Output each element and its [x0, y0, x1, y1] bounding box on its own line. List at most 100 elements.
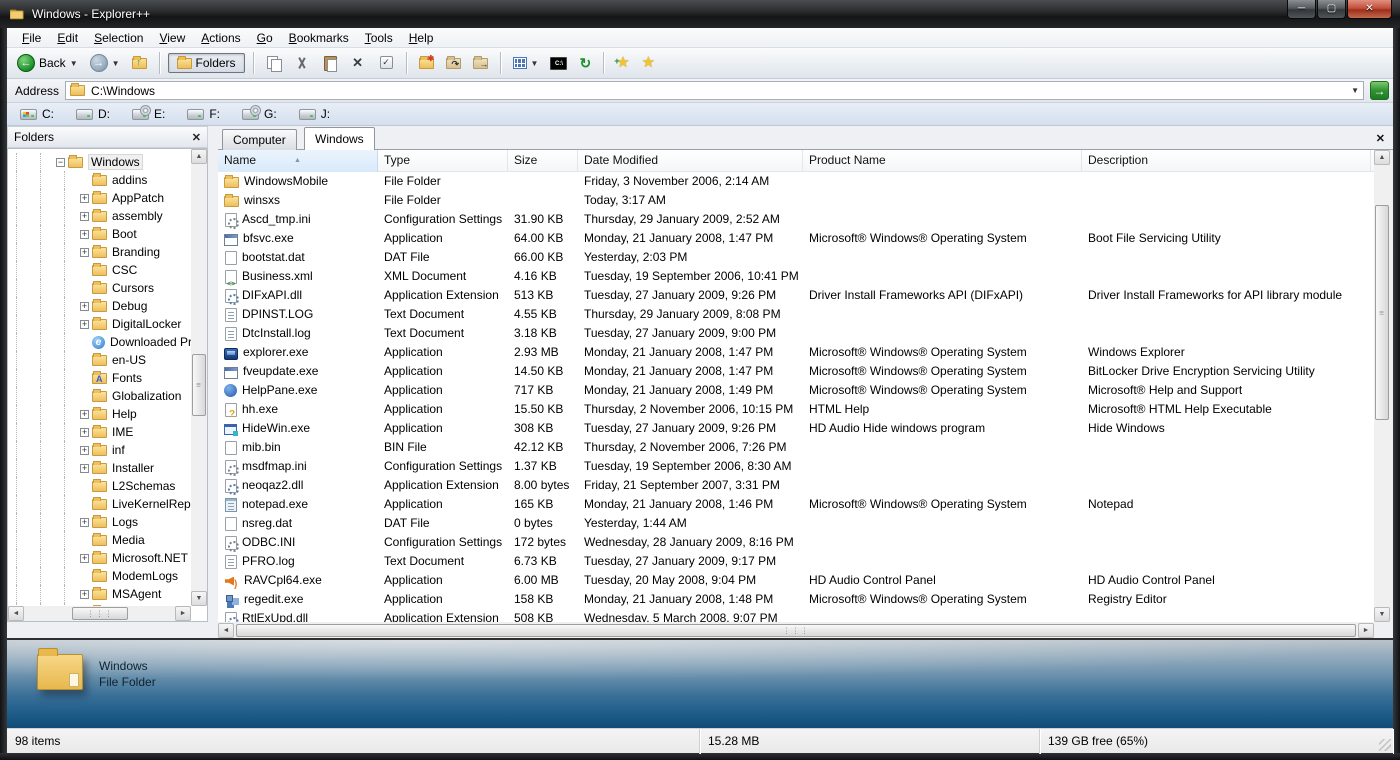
tree-item-inf[interactable]: +inf	[8, 441, 191, 459]
back-dropdown-icon[interactable]: ▼	[70, 59, 78, 68]
menu-actions[interactable]: Actions	[194, 29, 247, 47]
expand-icon[interactable]: +	[80, 590, 89, 599]
file-row[interactable]: neoqaz2.dllApplication Extension8.00 byt…	[218, 476, 1374, 495]
expand-icon[interactable]: +	[80, 518, 89, 527]
column-header-name[interactable]: Name▲	[218, 150, 378, 172]
file-row[interactable]: WindowsMobileFile FolderFriday, 3 Novemb…	[218, 172, 1374, 191]
collapse-icon[interactable]: −	[56, 158, 65, 167]
back-button[interactable]: ← Back ▼	[13, 52, 82, 74]
tab-windows[interactable]: Windows	[304, 127, 375, 150]
copy-button[interactable]	[262, 53, 286, 73]
tree-item-digitallocker[interactable]: +DigitalLocker	[8, 315, 191, 333]
menu-file[interactable]: File	[15, 29, 48, 47]
command-prompt-button[interactable]: C:\	[546, 55, 571, 72]
file-row[interactable]: fveupdate.exeApplication14.50 KBMonday, …	[218, 362, 1374, 381]
scroll-up-icon[interactable]: ▲	[191, 149, 207, 164]
folders-toggle-button[interactable]: Folders	[168, 53, 245, 73]
tree-item-logs[interactable]: +Logs	[8, 513, 191, 531]
forward-button[interactable]: → ▼	[86, 52, 124, 74]
tree-item-l2schemas[interactable]: +L2Schemas	[8, 477, 191, 495]
title-bar[interactable]: Windows - Explorer++ ─ ▢ ✕	[0, 0, 1400, 28]
cut-button[interactable]	[290, 53, 314, 73]
drive-button-f[interactable]: F:	[184, 106, 223, 122]
tree-item-ime[interactable]: +IME	[8, 423, 191, 441]
address-input[interactable]: C:\Windows ▼	[65, 81, 1364, 100]
expand-icon[interactable]: +	[80, 446, 89, 455]
file-row[interactable]: bootstat.datDAT File66.00 KBYesterday, 2…	[218, 248, 1374, 267]
views-dropdown-icon[interactable]: ▼	[531, 59, 539, 68]
expand-icon[interactable]: +	[80, 194, 89, 203]
tree-item-modemlogs[interactable]: +ModemLogs	[8, 567, 191, 585]
scroll-up-icon[interactable]: ▲	[1374, 150, 1390, 165]
file-row[interactable]: mib.binBIN File42.12 KBThursday, 2 Novem…	[218, 438, 1374, 457]
close-button[interactable]: ✕	[1347, 0, 1392, 19]
menu-view[interactable]: View	[152, 29, 192, 47]
column-header-type[interactable]: Type	[378, 150, 508, 172]
tree-item-msagent[interactable]: +MSAgent	[8, 585, 191, 603]
add-bookmark-button[interactable]: ★+	[612, 53, 633, 73]
folders-close-icon[interactable]: ✕	[192, 131, 201, 144]
tree-horizontal-scrollbar[interactable]: ◄ ⋮⋮⋮ ►	[8, 606, 191, 621]
list-vertical-scrollbar[interactable]: ▲ ≡ ▼	[1374, 150, 1390, 622]
tree-item-apppatch[interactable]: +AppPatch	[8, 189, 191, 207]
properties-button[interactable]	[374, 53, 398, 73]
tree-item-branding[interactable]: +Branding	[8, 243, 191, 261]
paste-button[interactable]	[318, 53, 342, 73]
file-row[interactable]: DtcInstall.logText Document3.18 KBTuesda…	[218, 324, 1374, 343]
file-row[interactable]: RAVCpl64.exeApplication6.00 MBTuesday, 2…	[218, 571, 1374, 590]
list-hscroll-thumb[interactable]: ⋮⋮⋮	[236, 624, 1356, 637]
go-button[interactable]: →	[1370, 81, 1389, 100]
expand-icon[interactable]: +	[80, 320, 89, 329]
expand-icon[interactable]: +	[80, 230, 89, 239]
scroll-left-icon[interactable]: ◄	[218, 623, 234, 638]
tree-item-microsoft-net[interactable]: +Microsoft.NET	[8, 549, 191, 567]
refresh-button[interactable]: ↻	[575, 53, 595, 73]
menu-bookmarks[interactable]: Bookmarks	[282, 29, 356, 47]
tab-computer[interactable]: Computer	[222, 129, 297, 150]
delete-button[interactable]: ✕	[346, 53, 370, 73]
file-row[interactable]: HideWin.exeApplication308 KBTuesday, 27 …	[218, 419, 1374, 438]
column-header-size[interactable]: Size	[508, 150, 578, 172]
file-row[interactable]: bfsvc.exeApplication64.00 KBMonday, 21 J…	[218, 229, 1374, 248]
tree-vertical-scrollbar[interactable]: ▲ ≡ ▼	[191, 149, 207, 606]
scroll-left-icon[interactable]: ◄	[8, 606, 24, 621]
file-row[interactable]: DPINST.LOGText Document4.55 KBThursday, …	[218, 305, 1374, 324]
file-row[interactable]: regedit.exeApplication158 KBMonday, 21 J…	[218, 590, 1374, 609]
tree-item-livekernelrepo[interactable]: +LiveKernelRepo	[8, 495, 191, 513]
file-row[interactable]: DIFxAPI.dllApplication Extension513 KBTu…	[218, 286, 1374, 305]
tree-hscroll-thumb[interactable]: ⋮⋮⋮	[72, 607, 128, 620]
bookmarks-button[interactable]: ★	[638, 53, 659, 73]
tree-item-downloaded-pr[interactable]: +eDownloaded Pr	[8, 333, 191, 351]
expand-icon[interactable]: +	[80, 428, 89, 437]
tree-item-debug[interactable]: +Debug	[8, 297, 191, 315]
file-row[interactable]: explorer.exeApplication2.93 MBMonday, 21…	[218, 343, 1374, 362]
expand-icon[interactable]: +	[80, 410, 89, 419]
tree-item-windows[interactable]: −Windows	[8, 153, 191, 171]
tab-close-icon[interactable]: ✕	[1376, 132, 1385, 145]
tree-item-media[interactable]: +Media	[8, 531, 191, 549]
column-header-date-modified[interactable]: Date Modified	[578, 150, 803, 172]
file-row[interactable]: msdfmap.iniConfiguration Settings1.37 KB…	[218, 457, 1374, 476]
tree-item-addins[interactable]: +addins	[8, 171, 191, 189]
tree-item-fonts[interactable]: +Fonts	[8, 369, 191, 387]
maximize-button[interactable]: ▢	[1317, 0, 1346, 19]
menu-help[interactable]: Help	[402, 29, 441, 47]
tree-item-assembly[interactable]: +assembly	[8, 207, 191, 225]
menu-selection[interactable]: Selection	[87, 29, 150, 47]
expand-icon[interactable]: +	[80, 554, 89, 563]
tree-scroll-thumb[interactable]: ≡	[192, 354, 206, 416]
list-scroll-thumb[interactable]: ≡	[1375, 205, 1389, 420]
scroll-right-icon[interactable]: ►	[175, 606, 191, 621]
drive-button-g[interactable]: G:	[239, 106, 280, 122]
column-header-description[interactable]: Description	[1082, 150, 1371, 172]
scroll-right-icon[interactable]: ►	[1358, 623, 1374, 638]
file-row[interactable]: RtlExUpd.dllApplication Extension508 KBW…	[218, 609, 1374, 622]
tree-item-csc[interactable]: +CSC	[8, 261, 191, 279]
tree-item-installer[interactable]: +Installer	[8, 459, 191, 477]
expand-icon[interactable]: +	[80, 302, 89, 311]
scroll-down-icon[interactable]: ▼	[1374, 607, 1390, 622]
column-header-product-name[interactable]: Product Name	[803, 150, 1082, 172]
drive-button-j[interactable]: J:	[296, 106, 333, 122]
file-row[interactable]: nsreg.datDAT File0 bytesYesterday, 1:44 …	[218, 514, 1374, 533]
drive-button-d[interactable]: D:	[73, 106, 113, 122]
